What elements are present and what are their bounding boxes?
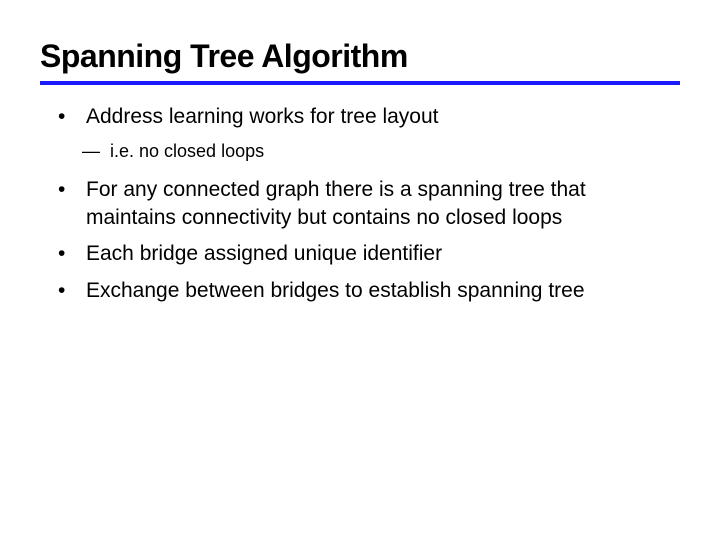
bullet-list: Address learning works for tree layout i… <box>40 103 680 305</box>
slide-title: Spanning Tree Algorithm <box>40 38 680 85</box>
list-item: For any connected graph there is a spann… <box>58 176 680 233</box>
list-item: Each bridge assigned unique identifier <box>58 240 680 268</box>
list-item: Exchange between bridges to establish sp… <box>58 277 680 305</box>
list-item: Address learning works for tree layout <box>58 103 680 131</box>
sub-list-item: i.e. no closed loops <box>82 139 680 163</box>
